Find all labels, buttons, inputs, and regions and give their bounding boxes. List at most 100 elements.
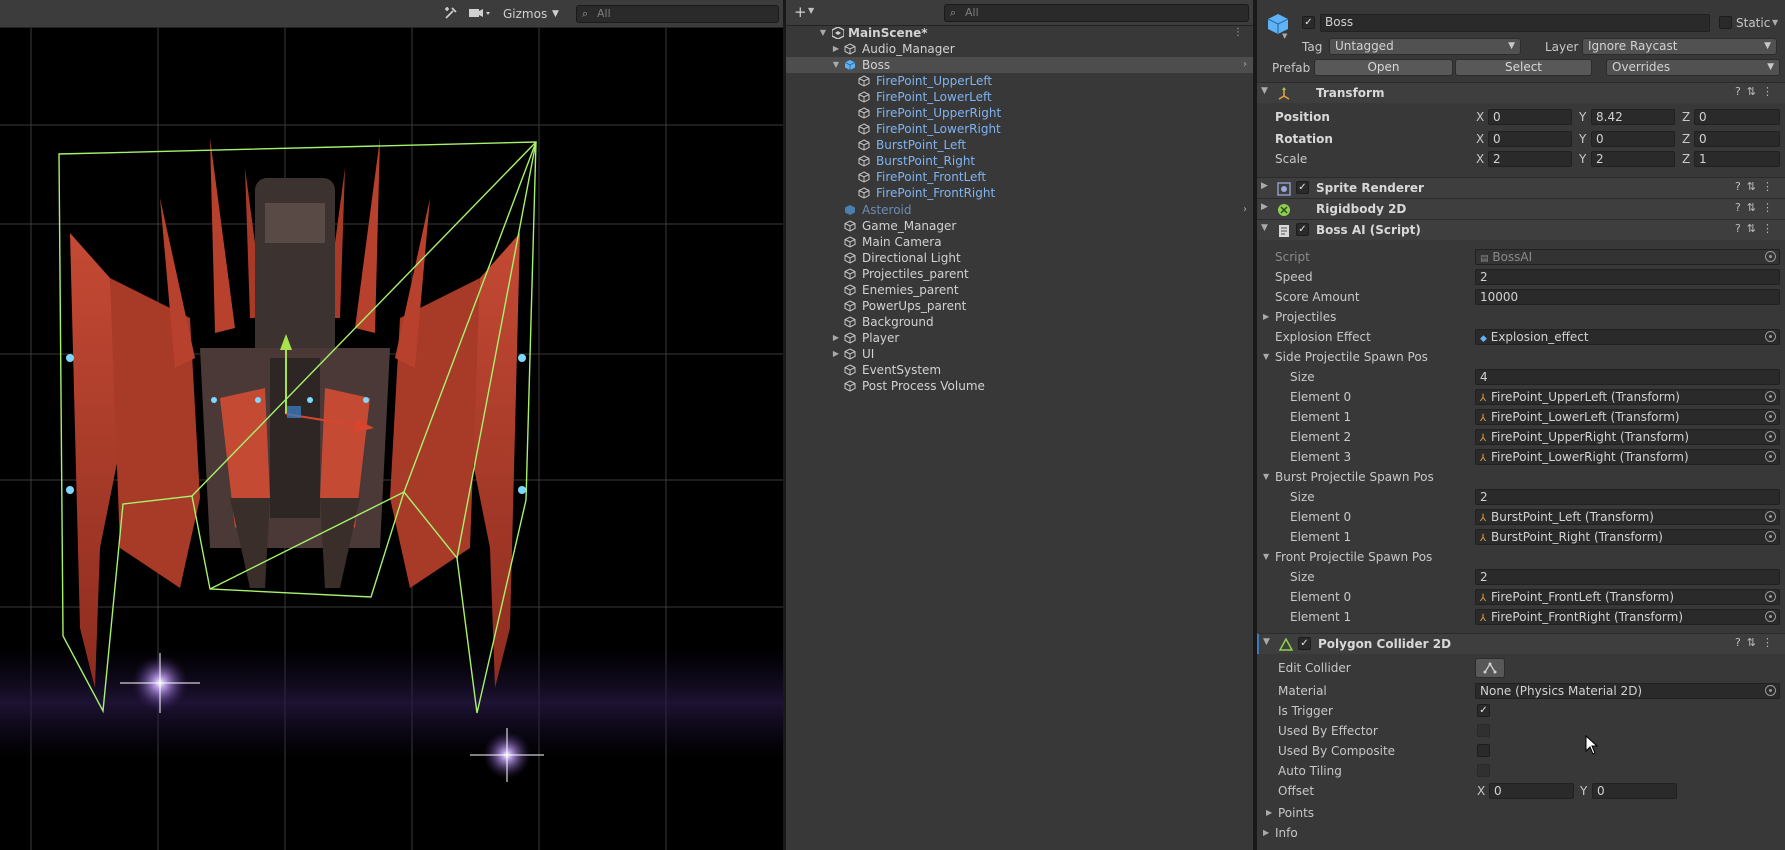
- fold-arrow-icon[interactable]: ▶: [1263, 309, 1269, 325]
- side-element-field[interactable]: ⅄ FirePoint_LowerRight (Transform): [1475, 449, 1780, 465]
- add-object-button[interactable]: +: [794, 4, 807, 20]
- hierarchy-item[interactable]: PowerUps_parent: [786, 298, 1253, 314]
- edit-collider-button[interactable]: [1475, 658, 1505, 678]
- component-buttons[interactable]: ?⇅⋮: [1735, 201, 1779, 214]
- component-buttons[interactable]: ?⇅⋮: [1735, 222, 1779, 235]
- auto-tiling-checkbox[interactable]: [1477, 764, 1490, 777]
- scene-view[interactable]: Gizmos ▼ ⌕ All: [0, 0, 783, 850]
- scene-search-input[interactable]: ⌕ All: [576, 5, 779, 23]
- fold-arrow-icon[interactable]: ▼: [1261, 223, 1268, 233]
- burst-element-field[interactable]: ⅄ BurstPoint_Right (Transform): [1475, 529, 1780, 545]
- prefab-overrides-dropdown[interactable]: Overrides ▼: [1606, 59, 1780, 76]
- object-picker-icon[interactable]: [1765, 511, 1776, 522]
- camera-icon[interactable]: [468, 5, 492, 24]
- explosion-effect-field[interactable]: ◆ Explosion_effect: [1475, 329, 1780, 345]
- layer-dropdown[interactable]: Ignore Raycast ▼: [1582, 38, 1777, 55]
- fold-arrow-icon[interactable]: ▶: [1261, 181, 1268, 191]
- object-picker-icon[interactable]: [1765, 431, 1776, 442]
- object-picker-icon[interactable]: [1765, 251, 1776, 262]
- expand-arrow-icon[interactable]: ▶: [831, 41, 841, 57]
- tag-dropdown[interactable]: Untagged ▼: [1329, 38, 1521, 55]
- hierarchy-item[interactable]: FirePoint_FrontLeft: [786, 169, 1253, 185]
- component-buttons[interactable]: ?⇅⋮: [1735, 180, 1779, 193]
- object-picker-icon[interactable]: [1765, 451, 1776, 462]
- object-picker-icon[interactable]: [1765, 685, 1776, 696]
- object-picker-icon[interactable]: [1765, 611, 1776, 622]
- prefab-open-button[interactable]: Open: [1314, 59, 1453, 76]
- boss-ai-header[interactable]: ▼ ✓ Boss AI (Script) ?⇅⋮: [1257, 219, 1785, 240]
- position-y-field[interactable]: 8.42: [1591, 109, 1675, 125]
- hierarchy-item[interactable]: Enemies_parent: [786, 282, 1253, 298]
- fold-arrow-icon[interactable]: ▼: [1263, 469, 1269, 485]
- side-element-field[interactable]: ⅄ FirePoint_UpperRight (Transform): [1475, 429, 1780, 445]
- fold-arrow-icon[interactable]: ▼: [1261, 86, 1268, 96]
- expand-arrow-icon[interactable]: ▼: [818, 25, 828, 41]
- burst-spawn-foldout[interactable]: Burst Projectile Spawn Pos: [1275, 469, 1434, 485]
- hierarchy-item[interactable]: Directional Light: [786, 250, 1253, 266]
- scene-menu-icon[interactable]: ⋮: [1233, 25, 1243, 41]
- polygon-collider-header[interactable]: ▼ ✓ Polygon Collider 2D ?⇅⋮: [1257, 633, 1785, 654]
- expand-arrow-icon[interactable]: ▼: [831, 57, 841, 73]
- hierarchy-item-disabled[interactable]: Asteroid ›: [786, 202, 1253, 218]
- object-picker-icon[interactable]: [1765, 591, 1776, 602]
- burst-element-field[interactable]: ⅄ BurstPoint_Left (Transform): [1475, 509, 1780, 525]
- prefab-select-button[interactable]: Select: [1455, 59, 1592, 76]
- static-checkbox[interactable]: [1719, 16, 1732, 29]
- hierarchy-item[interactable]: Game_Manager: [786, 218, 1253, 234]
- hierarchy-item-selected[interactable]: ▼ Boss ›: [786, 57, 1253, 73]
- hierarchy-item[interactable]: FirePoint_UpperLeft: [786, 73, 1253, 89]
- fold-arrow-icon[interactable]: ▶: [1263, 825, 1269, 841]
- fold-arrow-icon[interactable]: ▶: [1261, 202, 1268, 212]
- fold-arrow-icon[interactable]: ▼: [1263, 637, 1270, 647]
- rotation-x-field[interactable]: 0: [1488, 131, 1572, 147]
- component-buttons[interactable]: ?⇅⋮: [1735, 636, 1779, 649]
- front-size-field[interactable]: 2: [1475, 569, 1780, 585]
- hierarchy-item[interactable]: FirePoint_UpperRight: [786, 105, 1253, 121]
- object-picker-icon[interactable]: [1765, 391, 1776, 402]
- hierarchy-item[interactable]: Post Process Volume: [786, 378, 1253, 394]
- hierarchy-item[interactable]: ▶ Audio_Manager: [786, 41, 1253, 57]
- score-amount-field[interactable]: 10000: [1475, 289, 1780, 305]
- offset-x-field[interactable]: 0: [1489, 783, 1574, 799]
- burst-size-field[interactable]: 2: [1475, 489, 1780, 505]
- boss-ai-enabled-checkbox[interactable]: ✓: [1296, 223, 1309, 236]
- projectiles-foldout[interactable]: Projectiles: [1275, 309, 1336, 325]
- points-foldout[interactable]: Points: [1278, 805, 1314, 821]
- scene-canvas[interactable]: [0, 28, 783, 850]
- gizmos-dropdown-icon[interactable]: ▼: [552, 5, 559, 24]
- chevron-right-icon[interactable]: ›: [1243, 202, 1247, 218]
- fold-arrow-icon[interactable]: ▶: [1266, 805, 1272, 821]
- expand-arrow-icon[interactable]: ▶: [831, 346, 841, 362]
- tools-icon[interactable]: [443, 5, 459, 24]
- hierarchy-search-input[interactable]: ⌕ All: [944, 4, 1249, 22]
- side-size-field[interactable]: 4: [1475, 369, 1780, 385]
- hierarchy-item[interactable]: Projectiles_parent: [786, 266, 1253, 282]
- front-element-field[interactable]: ⅄ FirePoint_FrontRight (Transform): [1475, 609, 1780, 625]
- hierarchy-item[interactable]: ▶ UI: [786, 346, 1253, 362]
- front-spawn-foldout[interactable]: Front Projectile Spawn Pos: [1275, 549, 1432, 565]
- component-buttons[interactable]: ?⇅⋮: [1735, 85, 1779, 98]
- used-by-effector-checkbox[interactable]: [1477, 724, 1490, 737]
- icon-dropdown-icon[interactable]: ▼: [1282, 32, 1287, 40]
- hierarchy-item[interactable]: FirePoint_LowerRight: [786, 121, 1253, 137]
- fold-arrow-icon[interactable]: ▼: [1263, 549, 1269, 565]
- polygon-collider-enabled-checkbox[interactable]: ✓: [1298, 637, 1311, 650]
- add-dropdown-icon[interactable]: ▼: [808, 6, 814, 15]
- used-by-composite-checkbox[interactable]: [1477, 744, 1490, 757]
- side-spawn-foldout[interactable]: Side Projectile Spawn Pos: [1275, 349, 1428, 365]
- scale-y-field[interactable]: 2: [1591, 151, 1675, 167]
- hierarchy-item[interactable]: Background: [786, 314, 1253, 330]
- hierarchy-item[interactable]: BurstPoint_Right: [786, 153, 1253, 169]
- scale-x-field[interactable]: 2: [1488, 151, 1572, 167]
- scale-z-field[interactable]: 1: [1694, 151, 1780, 167]
- object-name-field[interactable]: Boss: [1320, 14, 1710, 32]
- object-picker-icon[interactable]: [1765, 531, 1776, 542]
- info-foldout[interactable]: Info: [1275, 825, 1298, 841]
- position-x-field[interactable]: 0: [1488, 109, 1572, 125]
- chevron-right-icon[interactable]: ›: [1243, 57, 1247, 73]
- rigidbody-header[interactable]: ▶ Rigidbody 2D ?⇅⋮: [1257, 198, 1785, 219]
- hierarchy-item[interactable]: FirePoint_FrontRight: [786, 185, 1253, 201]
- sprite-renderer-header[interactable]: ▶ ✓ Sprite Renderer ?⇅⋮: [1257, 177, 1785, 198]
- fold-arrow-icon[interactable]: ▼: [1263, 349, 1269, 365]
- sprite-renderer-enabled-checkbox[interactable]: ✓: [1296, 181, 1309, 194]
